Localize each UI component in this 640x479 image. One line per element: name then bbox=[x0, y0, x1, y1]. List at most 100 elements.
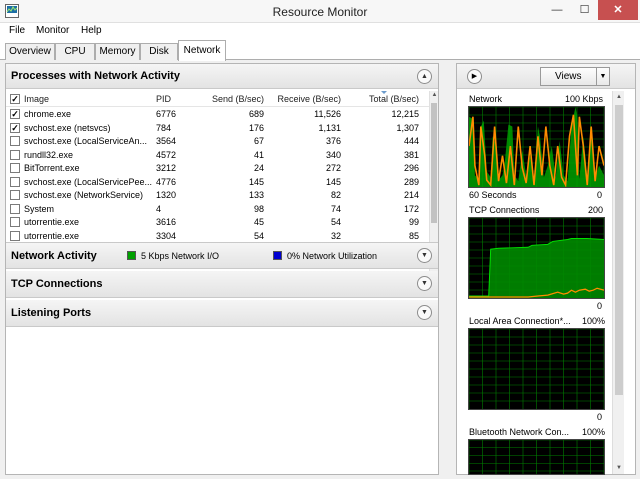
table-row[interactable]: svchost.exe (LocalServicePee... 4776 145 14… bbox=[6, 175, 429, 189]
network-utilization-label: 0% Network Utilization bbox=[287, 251, 378, 261]
process-image: svchost.exe (netsvcs) bbox=[24, 122, 111, 133]
network-graph bbox=[468, 106, 605, 188]
column-total[interactable]: Total (B/sec) bbox=[351, 94, 419, 104]
menu-help[interactable]: Help bbox=[81, 25, 102, 36]
tcp-connections-graph bbox=[468, 217, 605, 299]
process-checkbox[interactable]: ✓ bbox=[10, 122, 20, 133]
process-pid: 3564 bbox=[156, 136, 177, 146]
title-bar: Resource Monitor — ☐ ✕ bbox=[0, 0, 640, 23]
select-all-checkbox[interactable]: ✓ bbox=[10, 94, 20, 104]
process-total: 172 bbox=[403, 203, 419, 214]
processes-section-header[interactable]: Processes with Network Activity ▲ bbox=[6, 64, 438, 89]
column-pid[interactable]: PID bbox=[156, 94, 171, 104]
process-send: 41 bbox=[253, 149, 264, 160]
process-checkbox[interactable]: ✓ bbox=[10, 109, 20, 119]
menu-file[interactable]: File bbox=[9, 25, 25, 36]
graphs-scrollbar[interactable]: ▲ ▼ bbox=[612, 91, 624, 474]
table-row[interactable]: rundll32.exe 4572 41 340 381 bbox=[6, 148, 429, 162]
network-graph-title: Network bbox=[469, 94, 503, 104]
process-pid: 784 bbox=[156, 122, 172, 133]
lan-graph-title: Local Area Connection*... bbox=[469, 316, 571, 326]
views-button[interactable]: Views ▼ bbox=[540, 67, 610, 86]
table-row[interactable]: BitTorrent.exe 3212 24 272 296 bbox=[6, 161, 429, 175]
scroll-thumb[interactable] bbox=[431, 103, 437, 223]
lan-graph-min: 0 bbox=[597, 412, 603, 422]
tab-memory[interactable]: Memory bbox=[95, 43, 140, 60]
tab-disk[interactable]: Disk bbox=[140, 43, 178, 60]
minimize-button[interactable]: — bbox=[543, 0, 571, 20]
tab-network[interactable]: Network bbox=[178, 40, 226, 61]
process-checkbox[interactable] bbox=[10, 176, 20, 187]
process-receive: 376 bbox=[325, 136, 341, 146]
process-checkbox[interactable] bbox=[10, 190, 20, 200]
process-checkbox[interactable] bbox=[10, 136, 20, 146]
process-total: 85 bbox=[408, 230, 419, 241]
tab-cpu[interactable]: CPU bbox=[55, 43, 95, 60]
process-total: 381 bbox=[403, 149, 419, 160]
table-row[interactable]: System 4 98 74 172 bbox=[6, 202, 429, 216]
process-checkbox[interactable] bbox=[10, 230, 20, 241]
process-send: 24 bbox=[253, 163, 264, 173]
chevron-up-icon[interactable]: ▲ bbox=[417, 69, 432, 84]
process-pid: 4776 bbox=[156, 176, 177, 187]
expand-right-icon[interactable]: ▶ bbox=[467, 69, 482, 84]
process-image: utorrentie.exe bbox=[24, 217, 80, 227]
process-total: 289 bbox=[403, 176, 419, 187]
process-send: 133 bbox=[248, 190, 264, 200]
table-row[interactable]: utorrentie.exe 3616 45 54 99 bbox=[6, 215, 429, 229]
sort-descending-icon bbox=[381, 91, 387, 94]
scroll-down-icon[interactable]: ▼ bbox=[613, 462, 625, 474]
table-row[interactable]: ✓ chrome.exe 6776 689 11,526 12,215 bbox=[6, 107, 429, 121]
bluetooth-graph-title: Bluetooth Network Con... bbox=[469, 427, 570, 437]
dropdown-arrow-icon[interactable]: ▼ bbox=[596, 68, 609, 85]
process-image: rundll32.exe bbox=[24, 149, 74, 160]
network-activity-title: Network Activity bbox=[11, 250, 97, 262]
menu-bar: File Monitor Help bbox=[0, 23, 640, 40]
scroll-up-icon[interactable]: ▲ bbox=[430, 91, 439, 100]
process-pid: 3616 bbox=[156, 217, 177, 227]
network-utilization-legend-swatch bbox=[273, 251, 282, 260]
process-receive: 32 bbox=[330, 230, 341, 241]
close-button[interactable]: ✕ bbox=[598, 0, 638, 20]
maximize-button[interactable]: ☐ bbox=[571, 0, 598, 20]
table-row[interactable]: svchost.exe (LocalServiceAn... 3564 67 376 4… bbox=[6, 134, 429, 148]
tab-overview[interactable]: Overview bbox=[5, 43, 55, 60]
process-total: 444 bbox=[403, 136, 419, 146]
process-checkbox[interactable] bbox=[10, 149, 20, 160]
table-row[interactable]: svchost.exe (NetworkService) 1320 133 82 214 bbox=[6, 188, 429, 202]
process-total: 12,215 bbox=[391, 109, 419, 119]
scroll-up-icon[interactable]: ▲ bbox=[613, 91, 625, 103]
menu-monitor[interactable]: Monitor bbox=[36, 25, 69, 36]
chevron-down-icon[interactable]: ▼ bbox=[417, 305, 432, 320]
process-send: 98 bbox=[253, 203, 264, 214]
network-activity-header[interactable]: Network Activity 5 Kbps Network I/O 0% N… bbox=[6, 242, 438, 269]
column-image[interactable]: Image bbox=[24, 94, 49, 104]
process-checkbox[interactable] bbox=[10, 163, 20, 173]
column-send[interactable]: Send (B/sec) bbox=[206, 94, 264, 104]
network-io-legend-swatch bbox=[127, 251, 136, 260]
left-panel: Processes with Network Activity ▲ ✓ Imag… bbox=[5, 63, 439, 475]
graphs-toolbar: ▶ Views ▼ bbox=[457, 64, 635, 89]
scroll-thumb[interactable] bbox=[615, 105, 623, 395]
tcp-connections-header[interactable]: TCP Connections ▼ bbox=[6, 271, 438, 298]
process-checkbox[interactable] bbox=[10, 217, 20, 227]
process-pid: 3212 bbox=[156, 163, 177, 173]
table-row[interactable]: utorrentie.exe 3304 54 32 85 bbox=[6, 229, 429, 243]
process-pid: 1320 bbox=[156, 190, 177, 200]
process-receive: 11,526 bbox=[314, 109, 341, 119]
process-total: 296 bbox=[403, 163, 419, 173]
process-total: 214 bbox=[403, 190, 419, 200]
listening-ports-header[interactable]: Listening Ports ▼ bbox=[6, 300, 438, 327]
process-checkbox[interactable] bbox=[10, 203, 20, 214]
chevron-down-icon[interactable]: ▼ bbox=[417, 248, 432, 263]
processes-section-title: Processes with Network Activity bbox=[11, 70, 180, 82]
panel-splitter[interactable] bbox=[443, 63, 452, 475]
lan-connection-graph bbox=[468, 328, 605, 410]
process-send: 67 bbox=[253, 136, 264, 146]
column-receive[interactable]: Receive (B/sec) bbox=[271, 94, 341, 104]
lan-graph-max: 100% bbox=[582, 316, 606, 326]
tcp-graph-title: TCP Connections bbox=[469, 205, 540, 215]
views-label: Views bbox=[555, 71, 582, 82]
chevron-down-icon[interactable]: ▼ bbox=[417, 276, 432, 291]
table-row[interactable]: ✓ svchost.exe (netsvcs) 784 176 1,131 1,307 bbox=[6, 121, 429, 135]
